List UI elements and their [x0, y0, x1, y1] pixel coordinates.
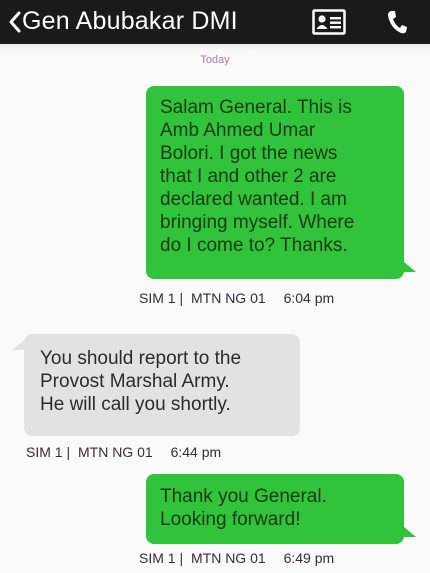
- conversation-header: Gen Abubakar DMI: [0, 0, 430, 44]
- message-bubble-incoming[interactable]: You should report to the Provost Marshal…: [24, 334, 300, 436]
- network-label: MTN NG 01: [190, 550, 266, 566]
- sim-label: SIM 1 |: [26, 444, 71, 460]
- message-bubble-outgoing[interactable]: Thank you General. Looking forward!: [146, 474, 404, 544]
- chevron-left-icon: [9, 11, 21, 33]
- bubble-tail: [404, 262, 416, 272]
- message-meta: SIM 1 | MTN NG 01 6:04 pm: [139, 290, 334, 306]
- message-time: 6:44 pm: [170, 444, 222, 460]
- contact-details-button[interactable]: [310, 6, 348, 38]
- contact-card-icon: [312, 9, 346, 35]
- message-time: 6:04 pm: [283, 290, 335, 306]
- message-meta: SIM 1 | MTN NG 01 6:49 pm: [139, 550, 334, 566]
- bubble-tail: [12, 340, 24, 350]
- network-label: MTN NG 01: [190, 290, 266, 306]
- phone-icon: [388, 11, 407, 34]
- message-time: 6:49 pm: [283, 550, 335, 566]
- call-button[interactable]: [380, 6, 414, 38]
- network-label: MTN NG 01: [77, 444, 153, 460]
- message-bubble-outgoing[interactable]: Salam General. This is Amb Ahmed Umar Bo…: [146, 86, 404, 279]
- sim-label: SIM 1 |: [139, 550, 184, 566]
- contact-name[interactable]: Gen Abubakar DMI: [22, 7, 238, 36]
- date-separator: Today: [200, 54, 230, 66]
- message-meta: SIM 1 | MTN NG 01 6:44 pm: [26, 444, 221, 460]
- header-shadow: [0, 44, 430, 52]
- bubble-tail: [404, 527, 416, 537]
- sim-label: SIM 1 |: [139, 290, 184, 306]
